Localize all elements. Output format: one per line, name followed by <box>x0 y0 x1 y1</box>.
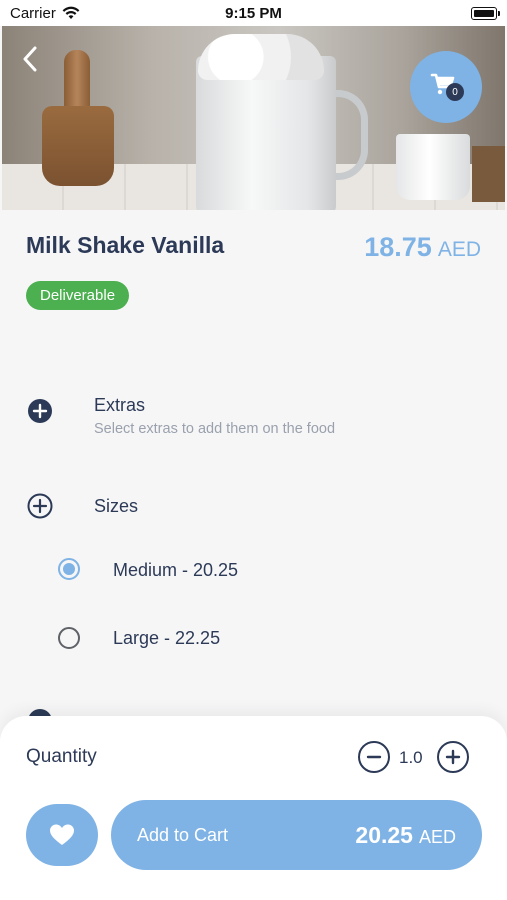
size-radio-medium[interactable] <box>58 558 80 580</box>
image-whipped-cream <box>198 34 324 80</box>
product-price: 18.75 AED <box>364 232 481 263</box>
add-to-cart-label: Add to Cart <box>137 824 229 845</box>
back-button[interactable] <box>16 44 44 74</box>
status-bar: Carrier 9:15 PM <box>0 0 507 26</box>
extras-subtitle: Select extras to add them on the food <box>94 421 336 437</box>
heart-icon <box>50 824 74 845</box>
add-circle-outline-icon[interactable] <box>27 493 53 519</box>
deliverable-badge: Deliverable <box>26 281 130 310</box>
status-left: Carrier <box>10 5 80 22</box>
sizes-title: Sizes <box>94 496 139 516</box>
carrier-label: Carrier <box>10 4 56 22</box>
size-radio-large[interactable] <box>58 627 80 649</box>
battery-icon <box>471 6 500 20</box>
quantity-increase-button[interactable] <box>437 741 469 773</box>
total-currency: AED <box>418 826 456 847</box>
quantity-label: Quantity <box>26 746 97 767</box>
favorite-button[interactable] <box>26 804 98 866</box>
price-amount: 18.75 <box>364 232 432 262</box>
bottom-panel: Quantity 1.0 Add to Cart 20.25 AED <box>0 716 507 900</box>
image-mortar <box>42 106 114 186</box>
image-cup <box>396 134 470 200</box>
price-currency: AED <box>437 238 481 261</box>
chevron-left-icon <box>23 46 37 72</box>
product-title: Milk Shake Vanilla <box>26 232 225 258</box>
quantity-value: 1.0 <box>399 748 423 767</box>
add-to-cart-button[interactable]: Add to Cart 20.25 AED <box>111 800 482 870</box>
extras-title: Extras <box>94 395 146 415</box>
plus-icon <box>445 749 461 765</box>
cart-button[interactable]: 0 <box>410 51 482 123</box>
total-amount: 20.25 <box>355 821 413 848</box>
cart-count-badge: 0 <box>446 83 464 101</box>
minus-icon <box>366 755 382 759</box>
image-board <box>472 146 505 202</box>
add-to-cart-total: 20.25 AED <box>355 822 456 849</box>
size-label-medium[interactable]: Medium - 20.25 <box>113 560 238 581</box>
wifi-icon <box>62 6 80 19</box>
add-circle-filled-icon[interactable] <box>27 398 53 424</box>
size-label-large[interactable]: Large - 22.25 <box>113 628 220 649</box>
quantity-decrease-button[interactable] <box>358 741 390 773</box>
